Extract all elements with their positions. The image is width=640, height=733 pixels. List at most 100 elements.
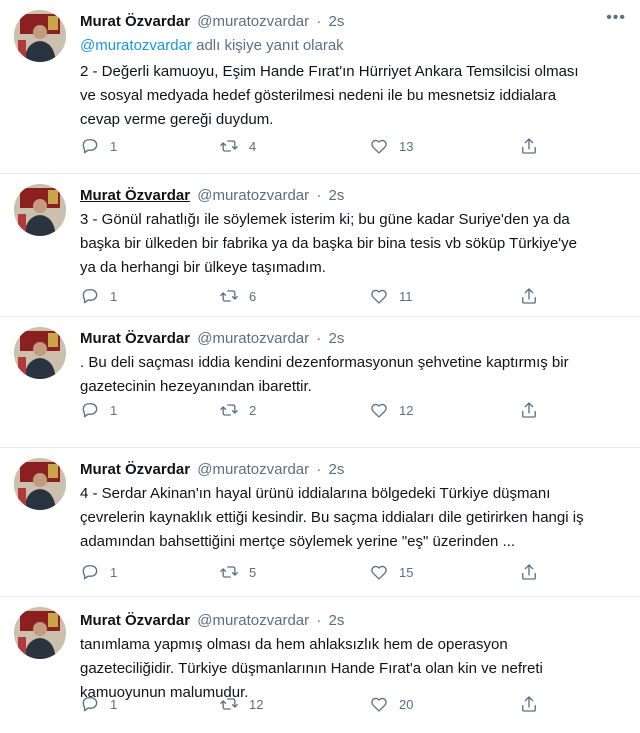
author-name[interactable]: Murat Özvardar — [80, 461, 190, 478]
author-handle[interactable]: @muratozvardar — [197, 13, 309, 30]
tweet[interactable]: Murat Özvardar @muratozvardar · 2s 3 - G… — [0, 174, 640, 317]
like-count: 12 — [399, 402, 414, 418]
tweet-line: 2 - Değerli kamuoyu, Eşim Hande Fırat'ın… — [80, 63, 579, 80]
tweet-line: cevap verme gereği duydum. — [80, 111, 274, 128]
tweet-line: ve sosyal medyada hedef gösterilmesi ned… — [80, 87, 557, 104]
tweet[interactable]: Murat Özvardar @muratozvardar · 2s ••• @… — [0, 0, 640, 174]
tweet-line: tanımlama yapmış olması da hem ahlaksızl… — [80, 636, 508, 653]
reply-count: 1 — [110, 138, 118, 154]
tweet-actions: 1 6 11 — [80, 286, 626, 306]
author-name[interactable]: Murat Özvardar — [80, 330, 190, 347]
retweet-icon — [220, 404, 238, 416]
timestamp[interactable]: 2s — [329, 13, 345, 30]
reply-icon — [82, 139, 98, 154]
timestamp[interactable]: 2s — [329, 187, 345, 204]
like-icon — [371, 403, 387, 418]
author-name[interactable]: Murat Özvardar — [80, 13, 190, 30]
tweet-header: Murat Özvardar @muratozvardar · 2s — [80, 329, 626, 349]
reply-button[interactable]: 1 — [80, 136, 219, 156]
reply-button[interactable]: 1 — [80, 562, 219, 582]
tweet-actions: 1 4 13 — [80, 136, 626, 156]
timestamp[interactable]: 2s — [329, 612, 345, 629]
tweet[interactable]: Murat Özvardar @muratozvardar · 2s . Bu … — [0, 317, 640, 448]
author-handle[interactable]: @muratozvardar — [197, 461, 309, 478]
tweet-line: . Bu deli saçması iddia kendini dezenfor… — [80, 354, 569, 371]
retweet-count: 12 — [249, 696, 264, 712]
avatar[interactable] — [14, 184, 66, 236]
like-count: 20 — [399, 696, 414, 712]
share-button[interactable] — [519, 562, 539, 582]
reply-button[interactable]: 1 — [80, 400, 219, 420]
tweet-line: çevrelerin kaynaklık ettiği kesindir. Bu… — [80, 509, 584, 526]
separator: · — [316, 612, 322, 629]
reply-count: 1 — [110, 288, 118, 304]
retweet-button[interactable]: 12 — [219, 694, 369, 714]
reply-count: 1 — [110, 402, 118, 418]
avatar[interactable] — [14, 607, 66, 659]
retweet-button[interactable]: 5 — [219, 562, 369, 582]
tweet-header: Murat Özvardar @muratozvardar · 2s — [80, 611, 626, 631]
avatar[interactable] — [14, 327, 66, 379]
timestamp[interactable]: 2s — [329, 461, 345, 478]
retweet-button[interactable]: 2 — [219, 400, 369, 420]
author-handle[interactable]: @muratozvardar — [197, 330, 309, 347]
reply-icon — [82, 403, 98, 418]
reply-icon — [82, 697, 98, 712]
retweet-button[interactable]: 4 — [219, 136, 369, 156]
author-handle[interactable]: @muratozvardar — [197, 612, 309, 629]
tweet-text: 3 - Gönül rahatlığı ile söylemek isterim… — [80, 208, 626, 280]
like-button[interactable]: 12 — [369, 400, 519, 420]
like-icon — [371, 697, 387, 712]
reply-button[interactable]: 1 — [80, 694, 219, 714]
tweet-actions: 1 5 15 — [80, 562, 626, 582]
reply-context: @muratozvardar adlı kişiye yanıt olarak — [80, 36, 626, 56]
tweet[interactable]: Murat Özvardar @muratozvardar · 2s tanım… — [0, 597, 640, 733]
like-count: 15 — [399, 564, 414, 580]
like-icon — [371, 565, 387, 580]
author-handle[interactable]: @muratozvardar — [197, 187, 309, 204]
tweet[interactable]: Murat Özvardar @muratozvardar · 2s 4 - S… — [0, 448, 640, 597]
tweet-line: adamından bahsettiğini mertçe söylemek y… — [80, 533, 516, 550]
like-button[interactable]: 13 — [369, 136, 519, 156]
separator: · — [316, 13, 322, 30]
like-button[interactable]: 15 — [369, 562, 519, 582]
retweet-count: 6 — [249, 288, 257, 304]
like-icon — [371, 139, 387, 154]
share-icon — [522, 402, 536, 418]
timestamp[interactable]: 2s — [329, 330, 345, 347]
separator: · — [316, 461, 322, 478]
reply-mention[interactable]: @muratozvardar — [80, 37, 192, 54]
reply-button[interactable]: 1 — [80, 286, 219, 306]
retweet-icon — [220, 290, 238, 302]
author-name[interactable]: Murat Özvardar — [80, 612, 190, 629]
tweet-line: 4 - Serdar Akinan'ın hayal ürünü iddiala… — [80, 485, 551, 502]
share-button[interactable] — [519, 694, 539, 714]
tweet-feed: Murat Özvardar @muratozvardar · 2s ••• @… — [0, 0, 640, 733]
like-icon — [371, 289, 387, 304]
retweet-count: 4 — [249, 138, 257, 154]
tweet-actions: 1 2 12 — [80, 400, 626, 420]
avatar[interactable] — [14, 10, 66, 62]
retweet-icon — [220, 698, 238, 710]
reply-icon — [82, 289, 98, 304]
tweet-header: Murat Özvardar @muratozvardar · 2s ••• — [80, 9, 626, 32]
avatar[interactable] — [14, 458, 66, 510]
retweet-icon — [220, 140, 238, 152]
separator: · — [316, 187, 322, 204]
like-count: 13 — [399, 138, 414, 154]
retweet-button[interactable]: 6 — [219, 286, 369, 306]
like-button[interactable]: 20 — [369, 694, 519, 714]
tweet-line: ya da herhangi bir ülkeye taşımadım. — [80, 259, 326, 276]
more-icon[interactable]: ••• — [606, 8, 626, 28]
reply-count: 1 — [110, 696, 118, 712]
share-button[interactable] — [519, 400, 539, 420]
author-name[interactable]: Murat Özvardar — [80, 187, 190, 204]
tweet-header: Murat Özvardar @muratozvardar · 2s — [80, 186, 626, 206]
reply-icon — [82, 565, 98, 580]
tweet-line: 3 - Gönül rahatlığı ile söylemek isterim… — [80, 211, 570, 228]
retweet-count: 2 — [249, 402, 257, 418]
share-button[interactable] — [519, 136, 539, 156]
share-button[interactable] — [519, 286, 539, 306]
tweet-text: 2 - Değerli kamuoyu, Eşim Hande Fırat'ın… — [80, 60, 626, 132]
like-button[interactable]: 11 — [369, 286, 519, 306]
